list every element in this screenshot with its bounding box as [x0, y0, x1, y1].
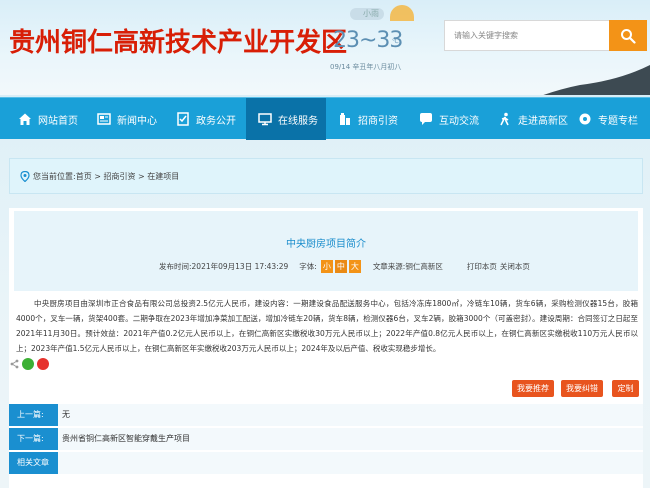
next-article-row: 下一篇: 贵州省铜仁高新区智能穿戴生产项目 — [9, 428, 643, 450]
font-small-button[interactable]: 小 — [320, 260, 333, 273]
related-articles-label: 相关文章 — [9, 452, 58, 474]
nav-label: 网站首页 — [38, 115, 78, 127]
nav-item-about-zone[interactable]: 走进高新区 — [498, 98, 568, 140]
source-value: 铜仁高新区 — [405, 262, 443, 271]
subscribe-button[interactable]: 定制 — [612, 380, 639, 397]
search-button[interactable] — [609, 20, 647, 51]
main-nav: 网站首页 新闻中心 政务公开 在线服务 招商引资 互动交流 走进高新区 专题专栏 — [0, 97, 650, 140]
breadcrumb-path[interactable]: 首页 > 招商引资 > 在建项目 — [76, 172, 180, 181]
computer-icon — [258, 113, 272, 126]
pavilion-roof-decoration — [543, 65, 650, 95]
report-error-button[interactable]: 我要纠错 — [561, 380, 603, 397]
font-large-button[interactable]: 大 — [348, 260, 361, 273]
publish-time: 2021年09月13日 17:43:29 — [191, 262, 289, 271]
weibo-share-icon[interactable] — [37, 358, 49, 370]
weather-date: 09/14 辛丑年八月初八 — [330, 63, 402, 71]
nav-label: 专题专栏 — [598, 115, 638, 127]
nav-item-online-service[interactable]: 在线服务 — [246, 98, 326, 140]
next-article-link[interactable]: 贵州省铜仁高新区智能穿戴生产项目 — [62, 428, 190, 450]
site-header: 贵州铜仁高新技术产业开发区 小雨 23~33 ℃ 09/14 辛丑年八月初八 请… — [0, 0, 650, 95]
font-size-label: 字体: — [299, 262, 317, 271]
breadcrumb: 您当前位置:首页 > 招商引资 > 在建项目 — [9, 158, 643, 194]
site-title[interactable]: 贵州铜仁高新技术产业开发区 — [9, 22, 347, 59]
temperature-unit: ℃ — [392, 38, 399, 45]
home-icon — [19, 113, 31, 125]
wechat-share-icon[interactable] — [22, 358, 34, 370]
weather-condition: 小雨 — [363, 9, 379, 18]
nav-label: 招商引资 — [358, 115, 398, 127]
gear-icon — [579, 113, 591, 125]
article-header: 中央厨房项目简介 发布时间: 2021年09月13日 17:43:29 字体: … — [14, 211, 638, 291]
prev-article-row: 上一篇: 无 — [9, 404, 643, 426]
publish-label: 发布时间: — [159, 262, 192, 271]
building-icon — [340, 113, 350, 125]
news-icon — [97, 113, 111, 125]
breadcrumb-text: 您当前位置:首页 > 招商引资 > 在建项目 — [33, 171, 179, 182]
close-page-link[interactable]: 关闭本页 — [500, 261, 530, 272]
article-title: 中央厨房项目简介 — [286, 239, 366, 250]
nav-label: 在线服务 — [278, 115, 318, 127]
article-container: 中央厨房项目简介 发布时间: 2021年09月13日 17:43:29 字体: … — [9, 208, 643, 488]
font-medium-button[interactable]: 中 — [334, 260, 347, 273]
breadcrumb-prefix: 您当前位置: — [33, 172, 76, 181]
nav-item-gov-affairs[interactable]: 政务公开 — [176, 98, 236, 140]
search-icon — [621, 29, 636, 44]
nav-item-investment[interactable]: 招商引资 — [338, 98, 398, 140]
nav-label: 互动交流 — [439, 115, 479, 127]
nav-item-special[interactable]: 专题专栏 — [578, 98, 638, 140]
walk-icon — [500, 112, 509, 126]
prev-article-value: 无 — [62, 410, 70, 419]
location-pin-icon — [20, 171, 30, 182]
nav-label: 政务公开 — [196, 115, 236, 127]
article-navigation: 上一篇: 无 下一篇: 贵州省铜仁高新区智能穿戴生产项目 相关文章 — [9, 404, 643, 476]
share-bar — [10, 358, 49, 370]
recommend-button[interactable]: 我要推荐 — [512, 380, 554, 397]
prev-article-label: 上一篇: — [9, 404, 58, 426]
article-meta: 发布时间: 2021年09月13日 17:43:29 字体: 小 中 大 文章来… — [159, 260, 530, 273]
search-input[interactable]: 请输入关键字搜索 — [444, 20, 610, 51]
document-icon — [177, 112, 189, 126]
article-body: 中央厨房项目由深圳市正合食品有限公司总投资2.5亿元人民币，建设内容：一期建设食… — [16, 299, 638, 353]
nav-item-home[interactable]: 网站首页 — [18, 98, 78, 140]
share-icon[interactable] — [10, 359, 19, 369]
weather-widget: 小雨 23~33 ℃ 09/14 辛丑年八月初八 — [330, 5, 420, 75]
chat-icon — [420, 113, 432, 125]
nav-label: 走进高新区 — [518, 115, 568, 127]
source-label: 文章来源: — [372, 262, 406, 271]
next-article-label: 下一篇: — [9, 428, 58, 450]
nav-item-news[interactable]: 新闻中心 — [97, 98, 157, 140]
related-articles-row: 相关文章 — [9, 452, 643, 474]
print-page-link[interactable]: 打印本页 — [467, 261, 497, 272]
sun-icon — [390, 5, 414, 21]
nav-item-interaction[interactable]: 互动交流 — [419, 98, 479, 140]
nav-label: 新闻中心 — [117, 115, 157, 127]
